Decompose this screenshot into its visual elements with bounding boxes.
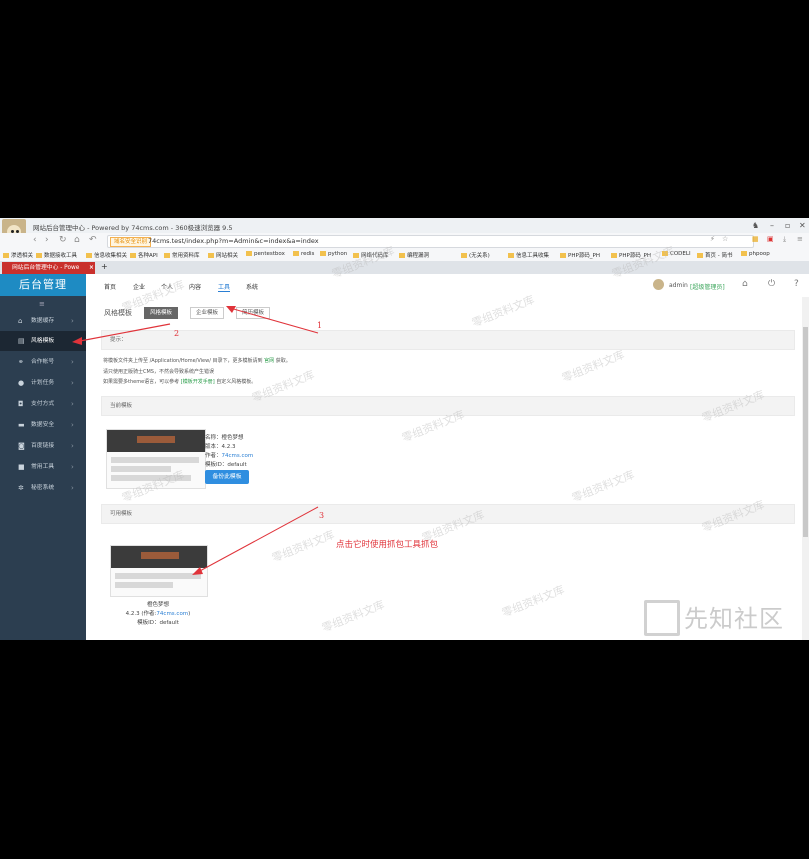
- annotation-marker-2: 2: [174, 329, 180, 338]
- annotation-marker-3: 3: [319, 511, 325, 520]
- screenshot-region: 网站后台管理中心 - Powered by 74cms.com - 360极速浏…: [0, 218, 809, 640]
- annotation-marker-1: 1: [317, 321, 323, 330]
- site-watermark: 先知社区: [684, 605, 784, 633]
